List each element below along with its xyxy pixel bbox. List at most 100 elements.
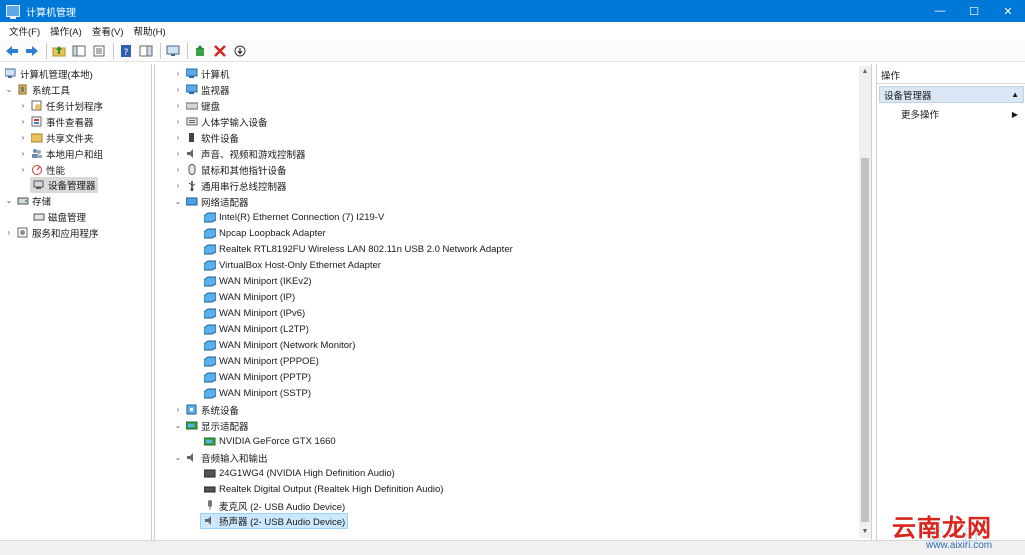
- properties-icon[interactable]: [90, 42, 108, 60]
- back-icon[interactable]: [3, 42, 21, 60]
- monitor-icon[interactable]: [164, 42, 182, 60]
- update-driver-icon[interactable]: [191, 42, 209, 60]
- tree-item-disk-management[interactable]: 磁盘管理: [30, 209, 86, 225]
- vertical-scrollbar[interactable]: ▲ ▼: [859, 66, 871, 538]
- device-network[interactable]: WAN Miniport (IPv6): [201, 306, 305, 322]
- help-icon[interactable]: ?: [117, 42, 135, 60]
- category-mice[interactable]: › 鼠标和其他指针设备: [173, 162, 287, 178]
- speaker-icon: [186, 148, 198, 159]
- expand-chevron-icon[interactable]: ›: [173, 133, 183, 142]
- network-adapter-icon: [203, 244, 217, 255]
- menu-help[interactable]: 帮助(H): [128, 24, 170, 38]
- network-adapter-icon: [203, 372, 217, 383]
- category-display-adapters[interactable]: ⌄ 显示适配器: [173, 418, 249, 434]
- category-label: 音频输入和输出: [201, 453, 268, 465]
- scroll-down-icon[interactable]: ▼: [859, 526, 871, 538]
- menu-view[interactable]: 查看(V): [87, 24, 129, 38]
- category-computer[interactable]: › 计算机: [173, 66, 230, 82]
- category-audio-io[interactable]: ⌄ 音频输入和输出: [173, 450, 268, 466]
- scroll-thumb[interactable]: [861, 158, 869, 522]
- more-actions-label: 更多操作: [901, 110, 940, 121]
- expand-chevron-icon[interactable]: ›: [173, 69, 183, 78]
- submenu-arrow-icon: ▶: [1011, 109, 1018, 119]
- category-system-devices[interactable]: › 系统设备: [173, 402, 239, 418]
- software-device-icon: [186, 132, 198, 143]
- menu-action[interactable]: 操作(A): [45, 24, 87, 38]
- expand-chevron-icon[interactable]: ›: [173, 181, 183, 190]
- category-keyboards[interactable]: › 键盘: [173, 98, 220, 114]
- device-network[interactable]: WAN Miniport (IP): [201, 290, 295, 306]
- expand-chevron-icon[interactable]: ›: [18, 149, 28, 158]
- device-network[interactable]: WAN Miniport (L2TP): [201, 322, 309, 338]
- device-label: WAN Miniport (SSTP): [219, 388, 312, 400]
- services-icon: [17, 227, 29, 238]
- show-tree-icon[interactable]: [70, 42, 88, 60]
- device-audio[interactable]: 24G1WG4 (NVIDIA High Definition Audio): [201, 466, 395, 482]
- device-network[interactable]: WAN Miniport (PPPOE): [201, 354, 319, 370]
- expand-chevron-icon[interactable]: ›: [173, 85, 183, 94]
- tree-item-shared-folders[interactable]: › 共享文件夹: [18, 130, 94, 146]
- tree-item-storage[interactable]: ⌄ 存储: [4, 193, 51, 209]
- device-label: NVIDIA GeForce GTX 1660: [219, 436, 336, 448]
- watermark-brand: 云南龙网: [892, 514, 992, 542]
- device-network[interactable]: WAN Miniport (Network Monitor): [201, 338, 355, 354]
- device-gpu[interactable]: NVIDIA GeForce GTX 1660: [201, 434, 336, 450]
- tree-item-services[interactable]: › 服务和应用程序: [4, 225, 99, 241]
- tree-item-local-users[interactable]: › 本地用户和组: [18, 146, 103, 162]
- tree-item-event-viewer[interactable]: › 事件查看器: [18, 114, 94, 130]
- category-audio-video-game[interactable]: › 声音、视频和游戏控制器: [173, 146, 306, 162]
- collapse-chevron-icon[interactable]: ⌄: [4, 196, 14, 205]
- download-icon[interactable]: [231, 42, 249, 60]
- tree-item-performance[interactable]: › 性能: [18, 162, 65, 178]
- uninstall-icon[interactable]: [211, 42, 229, 60]
- collapse-chevron-icon[interactable]: ⌄: [4, 85, 14, 94]
- tree-item-system-tools[interactable]: ⌄ 系统工具: [4, 82, 70, 98]
- collapse-chevron-icon[interactable]: ⌄: [173, 197, 183, 206]
- tree-item-device-manager[interactable]: 设备管理器: [30, 177, 98, 193]
- category-usb-controllers[interactable]: › 通用串行总线控制器: [173, 178, 287, 194]
- minimize-button[interactable]: —: [923, 0, 957, 22]
- scroll-up-icon[interactable]: ▲: [859, 66, 871, 78]
- expand-chevron-icon[interactable]: ›: [18, 133, 28, 142]
- up-folder-icon[interactable]: [50, 42, 68, 60]
- menu-file[interactable]: 文件(F): [4, 24, 45, 38]
- device-audio[interactable]: Realtek Digital Output (Realtek High Def…: [201, 482, 443, 498]
- device-network[interactable]: Intel(R) Ethernet Connection (7) I219-V: [201, 210, 384, 226]
- device-network[interactable]: WAN Miniport (SSTP): [201, 386, 311, 402]
- device-network[interactable]: VirtualBox Host-Only Ethernet Adapter: [201, 258, 381, 274]
- close-button[interactable]: ✕: [991, 0, 1025, 22]
- device-audio-selected[interactable]: 扬声器 (2- USB Audio Device): [200, 513, 349, 529]
- more-actions[interactable]: 更多操作 ▶: [901, 106, 1024, 122]
- actions-section-device-manager[interactable]: 设备管理器 ▲: [879, 86, 1024, 103]
- forward-icon[interactable]: [23, 42, 41, 60]
- device-audio[interactable]: 麦克风 (2- USB Audio Device): [201, 498, 345, 514]
- show-pane-icon[interactable]: [137, 42, 155, 60]
- expand-chevron-icon[interactable]: ›: [18, 165, 28, 174]
- expand-chevron-icon[interactable]: ›: [173, 101, 183, 110]
- device-network[interactable]: WAN Miniport (PPTP): [201, 370, 311, 386]
- expand-chevron-icon[interactable]: ›: [173, 149, 183, 158]
- maximize-button[interactable]: ☐: [957, 0, 991, 22]
- expand-chevron-icon[interactable]: ›: [173, 405, 183, 414]
- collapse-chevron-icon[interactable]: ⌄: [173, 453, 183, 462]
- expand-chevron-icon[interactable]: ›: [173, 117, 183, 126]
- expand-chevron-icon[interactable]: ›: [18, 101, 28, 110]
- collapse-chevron-icon[interactable]: ⌄: [173, 421, 183, 430]
- category-software-devices[interactable]: › 软件设备: [173, 130, 239, 146]
- expand-chevron-icon[interactable]: ›: [173, 165, 183, 174]
- tree-item-root[interactable]: 计算机管理(本地): [2, 66, 93, 82]
- expand-chevron-icon[interactable]: ›: [18, 117, 28, 126]
- device-label: WAN Miniport (PPPOE): [219, 356, 319, 368]
- expand-chevron-icon[interactable]: ›: [4, 228, 14, 237]
- device-label: Npcap Loopback Adapter: [219, 228, 326, 240]
- category-hid[interactable]: › 人体学输入设备: [173, 114, 268, 130]
- category-network-adapters[interactable]: ⌄ 网络适配器: [173, 194, 249, 210]
- device-network[interactable]: Realtek RTL8192FU Wireless LAN 802.11n U…: [201, 242, 513, 258]
- device-network[interactable]: Npcap Loopback Adapter: [201, 226, 326, 242]
- category-monitors[interactable]: › 监视器: [173, 82, 230, 98]
- title-bar: 计算机管理 — ☐ ✕: [0, 0, 1025, 22]
- tree-item-task-scheduler[interactable]: › 任务计划程序: [18, 98, 103, 114]
- device-network[interactable]: WAN Miniport (IKEv2): [201, 274, 312, 290]
- actions-section-label: 设备管理器: [884, 90, 932, 102]
- collapse-triangle-icon[interactable]: ▲: [1011, 90, 1019, 99]
